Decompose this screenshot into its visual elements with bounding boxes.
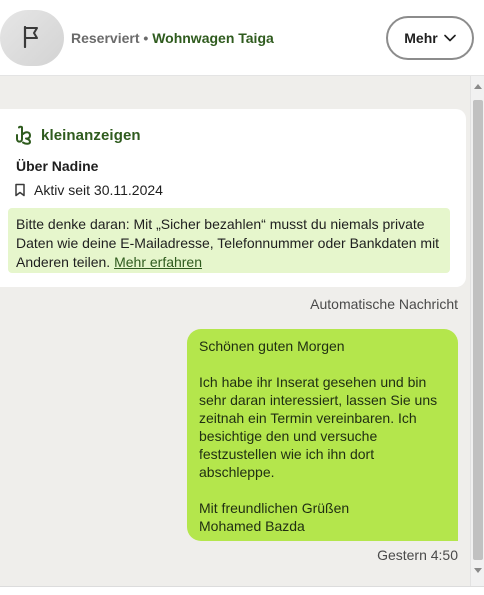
message-body: Ich habe ihr Inserat gesehen und bin seh… xyxy=(199,374,438,480)
chat-header: Reserviert • Wohnwagen Taiga Mehr xyxy=(0,0,484,76)
learn-more-link[interactable]: Mehr erfahren xyxy=(114,254,202,270)
conversation-title[interactable]: Reserviert • Wohnwagen Taiga xyxy=(71,30,274,46)
scrollbar[interactable] xyxy=(470,76,484,586)
message-bubble: Schönen guten Morgen Ich habe ihr Insera… xyxy=(187,329,458,541)
message-closing: Mit freundlichen Grüßen xyxy=(199,500,350,516)
more-button-label: Mehr xyxy=(404,30,438,46)
message-timestamp: Gestern 4:50 xyxy=(377,547,458,563)
automatic-message-label: Automatische Nachricht xyxy=(310,296,458,312)
safety-notice-text: Bitte denke daran: Mit „Sicher bezahlen“… xyxy=(16,216,440,270)
message-thread[interactable]: kleinanzeigen Über Nadine Aktiv seit 30.… xyxy=(0,76,470,586)
message-greeting: Schönen guten Morgen xyxy=(199,338,345,354)
listing-status: Reserviert xyxy=(71,30,140,46)
scrollbar-thumb[interactable] xyxy=(473,100,483,560)
kleinanzeigen-logo-icon xyxy=(16,125,31,145)
more-button[interactable]: Mehr xyxy=(386,16,474,60)
message-signature: Mohamed Bazda xyxy=(199,518,305,534)
scroll-up-arrow-icon[interactable] xyxy=(474,84,482,89)
about-seller-heading: Über Nadine xyxy=(16,158,99,174)
flag-icon xyxy=(23,26,38,48)
brand-logo: kleinanzeigen xyxy=(15,125,141,145)
seller-info-card: kleinanzeigen Über Nadine Aktiv seit 30.… xyxy=(0,109,466,287)
chevron-down-icon xyxy=(443,34,456,42)
title-separator: • xyxy=(143,30,149,46)
seller-active-since: Aktiv seit 30.11.2024 xyxy=(14,182,163,198)
avatar[interactable] xyxy=(0,10,64,66)
composer-edge xyxy=(0,586,484,595)
listing-title[interactable]: Wohnwagen Taiga xyxy=(152,30,274,46)
active-since-text: Aktiv seit 30.11.2024 xyxy=(34,182,163,198)
brand-name: kleinanzeigen xyxy=(41,126,141,144)
scroll-down-arrow-icon[interactable] xyxy=(474,568,482,573)
bookmark-icon xyxy=(15,183,25,197)
safety-notice: Bitte denke daran: Mit „Sicher bezahlen“… xyxy=(8,208,450,273)
